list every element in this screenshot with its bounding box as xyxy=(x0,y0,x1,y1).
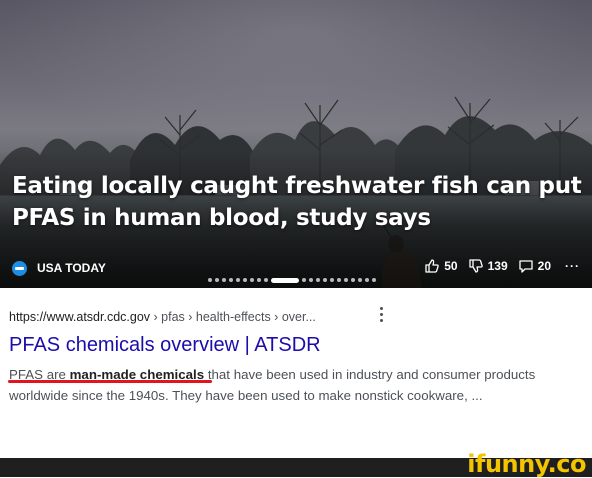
headline[interactable]: Eating locally caught freshwater fish ca… xyxy=(12,170,584,234)
carousel-dot[interactable] xyxy=(215,278,219,282)
thumbs-up-icon[interactable] xyxy=(424,258,440,274)
ifunny-watermark: ifunny.co xyxy=(467,450,586,478)
carousel-dot[interactable] xyxy=(257,278,261,282)
result-breadcrumb[interactable]: https://www.atsdr.cdc.gov › pfas › healt… xyxy=(9,310,316,324)
comments-count: 20 xyxy=(537,259,551,273)
carousel-indicator[interactable] xyxy=(208,277,376,283)
reactions-bar: 50 139 20 ··· xyxy=(424,258,580,274)
more-options-button[interactable]: ··· xyxy=(565,259,580,273)
news-card[interactable]: Eating locally caught freshwater fish ca… xyxy=(0,0,592,288)
headline-line-1: Eating locally caught freshwater fish ca… xyxy=(12,173,582,199)
carousel-dot[interactable] xyxy=(337,278,341,282)
source-name: USA TODAY xyxy=(37,261,106,275)
carousel-dot[interactable] xyxy=(358,278,362,282)
search-result: https://www.atsdr.cdc.gov › pfas › healt… xyxy=(0,288,592,458)
carousel-dot[interactable] xyxy=(208,278,212,282)
carousel-dot[interactable] xyxy=(316,278,320,282)
carousel-dot[interactable] xyxy=(330,278,334,282)
carousel-dot[interactable] xyxy=(372,278,376,282)
dislikes-count: 139 xyxy=(487,259,508,273)
headline-line-2: PFAS in human blood, study says xyxy=(12,205,431,231)
carousel-dot[interactable] xyxy=(243,278,247,282)
result-url-path: › pfas › health-effects › over... xyxy=(150,310,316,324)
red-underline-annotation xyxy=(8,380,212,383)
result-title-link[interactable]: PFAS chemicals overview | ATSDR xyxy=(9,334,321,357)
news-source[interactable]: USA TODAY xyxy=(12,260,106,276)
carousel-dot[interactable] xyxy=(302,278,306,282)
carousel-dot[interactable] xyxy=(351,278,355,282)
likes-count: 50 xyxy=(444,259,458,273)
carousel-dot[interactable] xyxy=(222,278,226,282)
carousel-dot[interactable] xyxy=(365,278,369,282)
carousel-dot[interactable] xyxy=(323,278,327,282)
carousel-dot[interactable] xyxy=(264,278,268,282)
carousel-dot[interactable] xyxy=(344,278,348,282)
result-url: https://www.atsdr.cdc.gov xyxy=(9,310,151,324)
carousel-dot[interactable] xyxy=(229,278,233,282)
carousel-dot-active[interactable] xyxy=(271,277,299,283)
usa-today-logo-icon xyxy=(12,260,27,276)
carousel-dot[interactable] xyxy=(309,278,313,282)
carousel-dot[interactable] xyxy=(250,278,254,282)
result-snippet: PFAS are man-made chemicals that have be… xyxy=(9,364,579,406)
carousel-dot[interactable] xyxy=(236,278,240,282)
footer-bar: ifunny.co xyxy=(0,450,592,478)
thumbs-down-icon[interactable] xyxy=(468,258,484,274)
comment-icon[interactable] xyxy=(518,258,534,274)
more-vert-icon[interactable] xyxy=(378,307,384,323)
